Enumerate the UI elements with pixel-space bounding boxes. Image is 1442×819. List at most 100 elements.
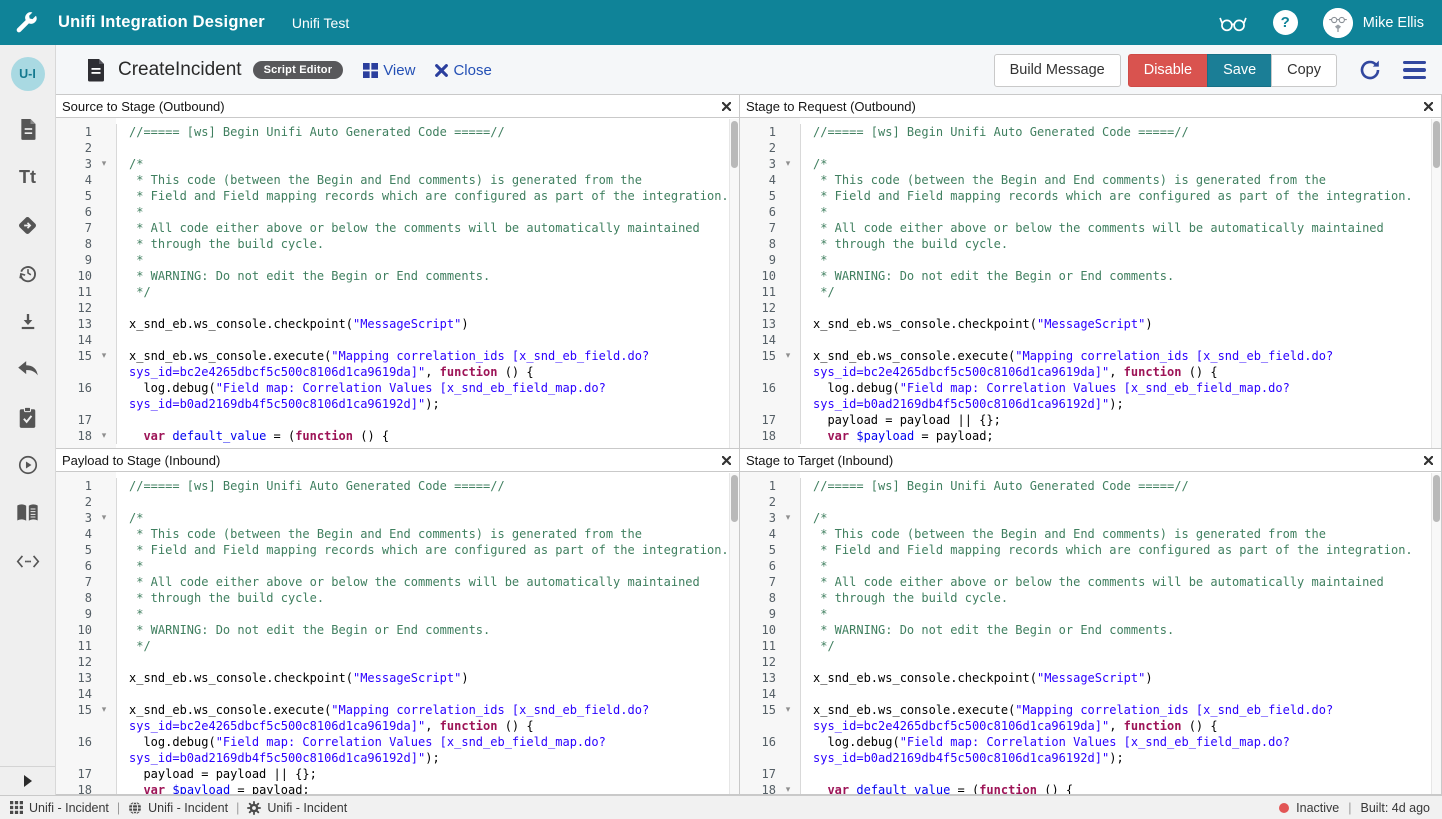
copy-button[interactable]: Copy xyxy=(1271,54,1337,87)
code-line[interactable]: 2 xyxy=(740,494,1441,510)
code-text[interactable]: //===== [ws] Begin Unifi Auto Generated … xyxy=(800,478,1441,494)
code-text[interactable] xyxy=(800,654,1441,670)
code-line[interactable]: 12 xyxy=(740,654,1441,670)
code-line[interactable]: 3▾/* xyxy=(56,156,739,172)
fold-toggle-icon[interactable]: ▾ xyxy=(92,702,116,718)
reply-icon[interactable] xyxy=(16,358,40,380)
code-line[interactable]: 9 * xyxy=(740,606,1441,622)
save-button[interactable]: Save xyxy=(1207,54,1272,87)
code-line[interactable]: 9 * xyxy=(740,252,1441,268)
code-text[interactable]: log.debug("Field map: Correlation Values… xyxy=(800,734,1441,766)
code-line[interactable]: 10 * WARNING: Do not edit the Begin or E… xyxy=(56,268,739,284)
code-text[interactable]: var $payload = payload; xyxy=(800,428,1441,444)
code-text[interactable]: var default_value = (function () { xyxy=(116,428,739,444)
code-line[interactable]: 10 * WARNING: Do not edit the Begin or E… xyxy=(740,268,1441,284)
wrench-icon[interactable] xyxy=(13,10,39,36)
code-line[interactable]: 5 * Field and Field mapping records whic… xyxy=(56,188,739,204)
code-line[interactable]: 1//===== [ws] Begin Unifi Auto Generated… xyxy=(56,478,739,494)
status-tab-integration[interactable]: Unifi - Incident xyxy=(128,801,228,815)
help-icon[interactable]: ? xyxy=(1273,10,1298,35)
code-text[interactable]: * Field and Field mapping records which … xyxy=(800,188,1441,204)
code-line[interactable]: 17 xyxy=(56,412,739,428)
view-button[interactable]: View xyxy=(363,62,415,79)
code-text[interactable]: /* xyxy=(116,156,739,172)
code-line[interactable]: 18 var $payload = payload; xyxy=(56,782,739,794)
code-text[interactable]: * All code either above or below the com… xyxy=(800,220,1441,236)
code-text[interactable] xyxy=(116,332,739,348)
code-line[interactable]: 14 xyxy=(56,332,739,348)
code-text[interactable] xyxy=(116,140,739,156)
history-icon[interactable] xyxy=(16,262,40,284)
fold-toggle-icon[interactable]: ▾ xyxy=(92,428,116,444)
status-tab-application[interactable]: Unifi - Incident xyxy=(10,801,109,815)
code-text[interactable]: * This code (between the Begin and End c… xyxy=(800,172,1441,188)
glasses-icon[interactable] xyxy=(1218,13,1248,33)
code-line[interactable]: 12 xyxy=(740,300,1441,316)
code-line[interactable]: 13x_snd_eb.ws_console.checkpoint("Messag… xyxy=(56,670,739,686)
code-text[interactable]: x_snd_eb.ws_console.execute("Mapping cor… xyxy=(800,348,1441,380)
code-text[interactable]: x_snd_eb.ws_console.execute("Mapping cor… xyxy=(800,702,1441,734)
code-text[interactable]: * through the build cycle. xyxy=(800,236,1441,252)
code-line[interactable]: 14 xyxy=(740,332,1441,348)
code-text[interactable]: x_snd_eb.ws_console.checkpoint("MessageS… xyxy=(116,316,739,332)
code-text[interactable]: x_snd_eb.ws_console.checkpoint("MessageS… xyxy=(800,670,1441,686)
close-button[interactable]: Close xyxy=(435,62,491,79)
code-line[interactable]: 13x_snd_eb.ws_console.checkpoint("Messag… xyxy=(740,316,1441,332)
code-line[interactable]: 11 */ xyxy=(740,284,1441,300)
tasks-icon[interactable] xyxy=(16,406,40,428)
code-line[interactable]: 12 xyxy=(56,300,739,316)
code-text[interactable]: x_snd_eb.ws_console.execute("Mapping cor… xyxy=(116,348,739,380)
scrollbar-thumb[interactable] xyxy=(1433,475,1440,522)
code-line[interactable]: 3▾/* xyxy=(740,510,1441,526)
code-line[interactable]: 7 * All code either above or below the c… xyxy=(740,574,1441,590)
code-text[interactable]: payload = payload || {}; xyxy=(800,412,1441,428)
code-text[interactable]: * All code either above or below the com… xyxy=(116,574,739,590)
code-text[interactable] xyxy=(116,412,739,428)
code-line[interactable]: 13x_snd_eb.ws_console.checkpoint("Messag… xyxy=(56,316,739,332)
run-icon[interactable] xyxy=(16,454,40,476)
user-menu[interactable]: Mike Ellis xyxy=(1323,8,1424,38)
code-text[interactable]: x_snd_eb.ws_console.checkpoint("MessageS… xyxy=(116,670,739,686)
code-text[interactable]: * through the build cycle. xyxy=(116,590,739,606)
code-line[interactable]: 4 * This code (between the Begin and End… xyxy=(740,172,1441,188)
code-line[interactable]: 3▾/* xyxy=(740,156,1441,172)
code-text[interactable] xyxy=(116,654,739,670)
code-text[interactable]: * xyxy=(116,606,739,622)
code-line[interactable]: 14 xyxy=(56,686,739,702)
code-line[interactable]: 1//===== [ws] Begin Unifi Auto Generated… xyxy=(740,124,1441,140)
code-line[interactable]: 17 payload = payload || {}; xyxy=(56,766,739,782)
code-line[interactable]: 6 * xyxy=(56,204,739,220)
code-line[interactable]: 6 * xyxy=(740,558,1441,574)
code-line[interactable]: 14 xyxy=(740,686,1441,702)
panel-close-icon[interactable] xyxy=(722,456,731,465)
code-line[interactable]: 5 * Field and Field mapping records whic… xyxy=(56,542,739,558)
code-line[interactable]: 7 * All code either above or below the c… xyxy=(56,220,739,236)
code-line[interactable]: 15▾x_snd_eb.ws_console.execute("Mapping … xyxy=(56,348,739,380)
code-line[interactable]: 5 * Field and Field mapping records whic… xyxy=(740,542,1441,558)
code-line[interactable]: 15▾x_snd_eb.ws_console.execute("Mapping … xyxy=(740,348,1441,380)
code-text[interactable]: //===== [ws] Begin Unifi Auto Generated … xyxy=(800,124,1441,140)
code-text[interactable] xyxy=(800,494,1441,510)
code-text[interactable]: log.debug("Field map: Correlation Values… xyxy=(116,380,739,412)
code-text[interactable] xyxy=(800,300,1441,316)
code-text[interactable]: * xyxy=(116,558,739,574)
code-text[interactable]: * through the build cycle. xyxy=(800,590,1441,606)
scrollbar-thumb[interactable] xyxy=(731,121,738,168)
code-line[interactable]: 9 * xyxy=(56,606,739,622)
fold-toggle-icon[interactable]: ▾ xyxy=(776,510,800,526)
code-text[interactable]: */ xyxy=(116,638,739,654)
code-line[interactable]: 16 log.debug("Field map: Correlation Val… xyxy=(56,380,739,412)
disable-button[interactable]: Disable xyxy=(1128,54,1208,87)
code-icon[interactable] xyxy=(16,550,40,572)
code-text[interactable]: * xyxy=(116,204,739,220)
code-line[interactable]: 5 * Field and Field mapping records whic… xyxy=(740,188,1441,204)
code-text[interactable]: * Field and Field mapping records which … xyxy=(116,542,739,558)
fold-toggle-icon[interactable]: ▾ xyxy=(776,702,800,718)
code-text[interactable]: /* xyxy=(800,510,1441,526)
code-text[interactable]: * Field and Field mapping records which … xyxy=(116,188,739,204)
code-line[interactable]: 15▾x_snd_eb.ws_console.execute("Mapping … xyxy=(56,702,739,734)
code-text[interactable]: var $payload = payload; xyxy=(116,782,739,794)
code-line[interactable]: 4 * This code (between the Begin and End… xyxy=(56,172,739,188)
code-text[interactable]: * All code either above or below the com… xyxy=(800,574,1441,590)
code-text[interactable]: //===== [ws] Begin Unifi Auto Generated … xyxy=(116,124,739,140)
